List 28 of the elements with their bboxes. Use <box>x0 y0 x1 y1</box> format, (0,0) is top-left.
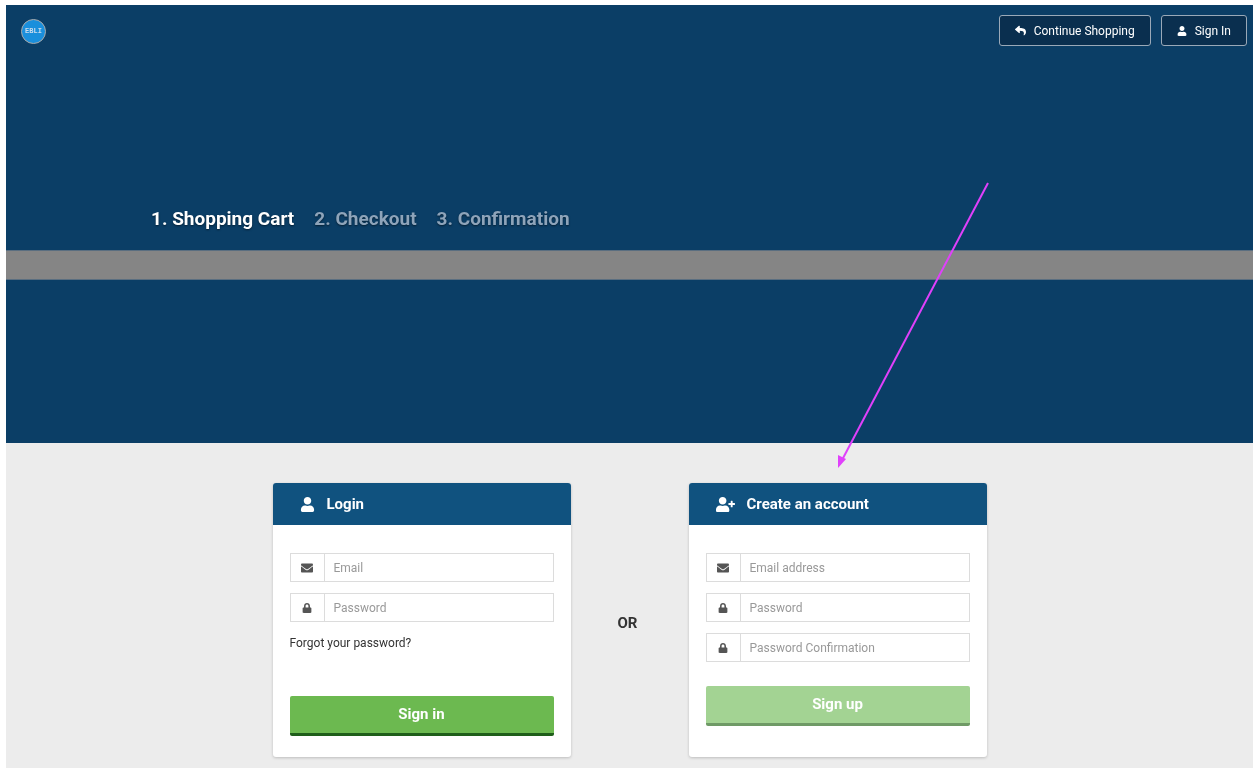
checkout-step: 3. Confirmation <box>436 205 570 234</box>
header-button[interactable]: Continue Shopping <box>998 15 1151 46</box>
card-title: Login <box>326 493 365 515</box>
text-input[interactable]: Password <box>324 594 553 621</box>
lock-icon <box>718 602 728 613</box>
lock-icon <box>718 642 728 653</box>
user-plus-icon <box>715 494 735 514</box>
user-icon <box>1176 25 1187 36</box>
text-input[interactable]: Email address <box>740 554 969 581</box>
envelope-icon <box>717 561 729 574</box>
input-field[interactable]: Email <box>289 553 554 582</box>
user-icon <box>299 496 315 512</box>
card-title: Create an account <box>746 493 869 515</box>
header-button[interactable]: Sign In <box>1160 15 1247 46</box>
input-field[interactable]: Password <box>705 593 970 622</box>
text-input[interactable]: Email <box>324 554 553 581</box>
checkout-step: 1. Shopping Cart <box>151 205 295 234</box>
input-field[interactable]: Password <box>289 593 554 622</box>
reply-icon <box>1014 25 1026 36</box>
text-input[interactable]: Password <box>740 594 969 621</box>
input-field[interactable]: Email address <box>705 553 970 582</box>
envelope-icon <box>301 561 313 574</box>
or-label: OR <box>617 613 639 634</box>
lock-icon <box>302 602 312 613</box>
input-field[interactable]: Password Confirmation <box>705 633 970 662</box>
text-input[interactable]: Password Confirmation <box>740 634 969 661</box>
checkout-step: 2. Checkout <box>314 205 417 234</box>
forgot-password-link[interactable]: Forgot your password? <box>289 634 554 652</box>
